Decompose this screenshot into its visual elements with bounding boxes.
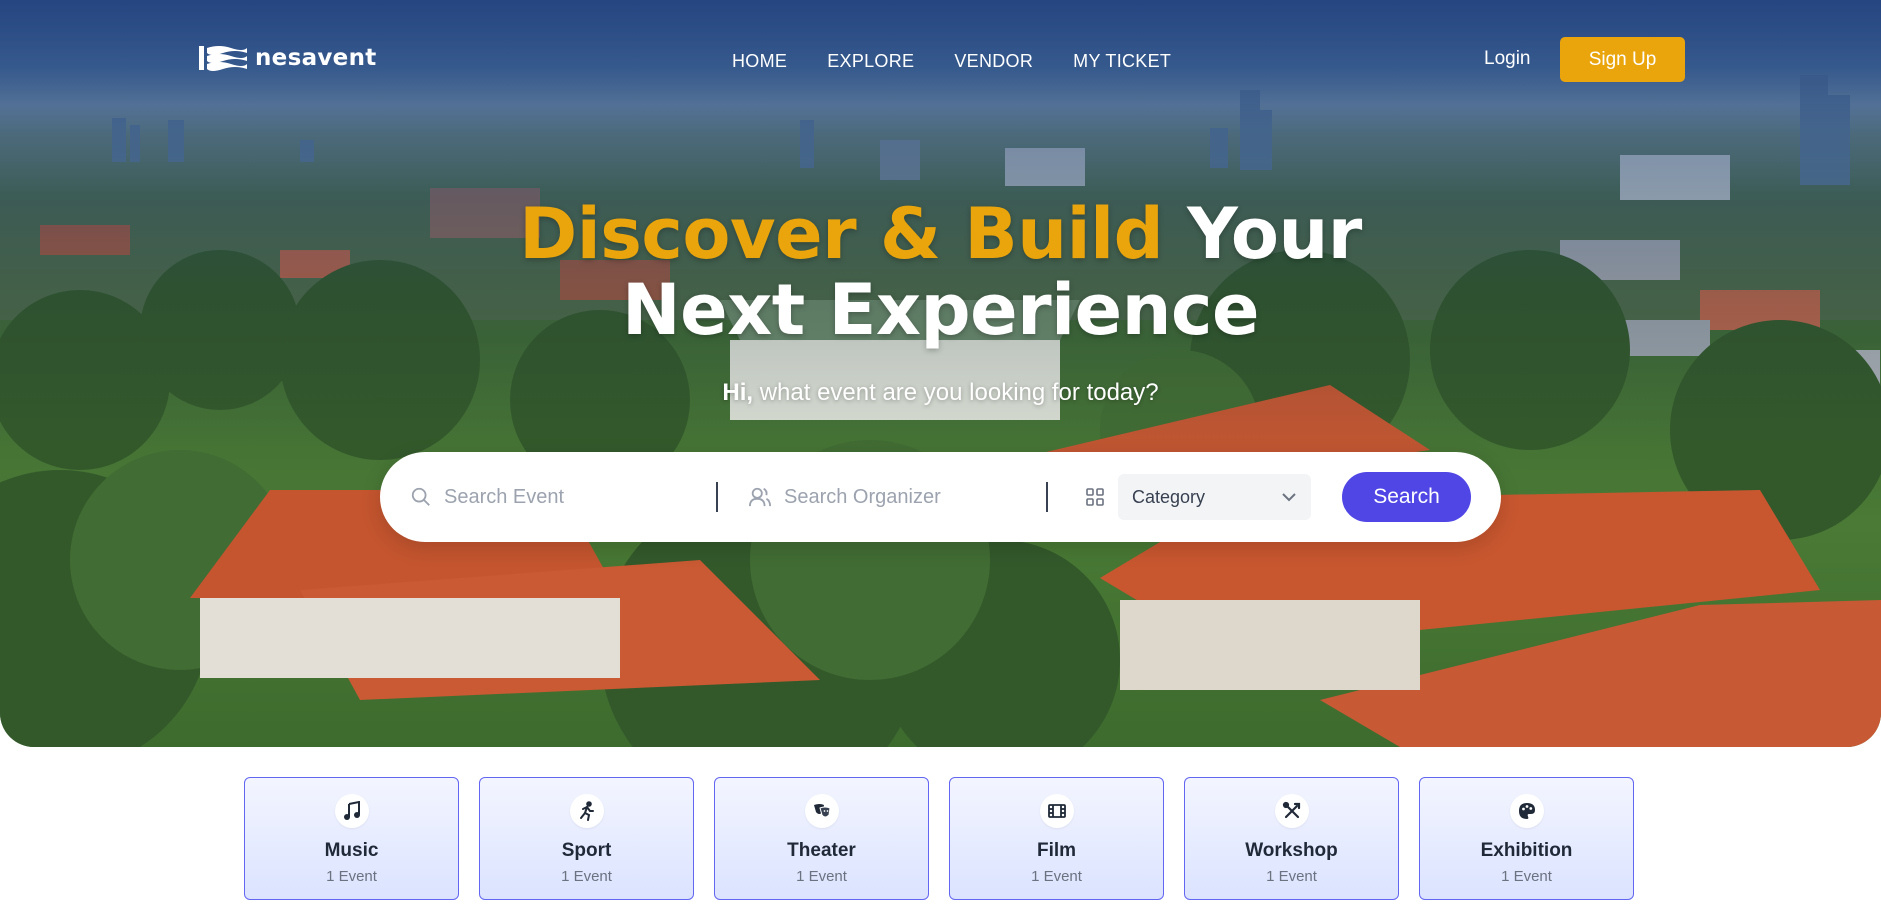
tools-icon <box>1274 794 1309 828</box>
category-select[interactable]: Category <box>1118 474 1311 520</box>
search-icon <box>411 487 430 506</box>
hero-subtitle: Hi, what event are you looking for today… <box>0 379 1881 407</box>
search-bar: Search Event Search Organizer Category S… <box>380 452 1501 542</box>
category-count: 1 Event <box>1266 868 1317 885</box>
login-link[interactable]: Login <box>1484 48 1531 70</box>
category-value: Category <box>1132 486 1206 507</box>
palette-icon <box>1509 794 1544 828</box>
category-card-film[interactable]: Film 1 Event <box>949 777 1164 900</box>
nav-explore[interactable]: EXPLORE <box>827 51 914 72</box>
category-count: 1 Event <box>1501 868 1552 885</box>
category-title: Music <box>324 840 379 861</box>
category-title: Exhibition <box>1480 840 1573 861</box>
category-card-music[interactable]: Music 1 Event <box>244 777 459 900</box>
category-count: 1 Event <box>561 868 612 885</box>
theater-masks-icon <box>804 794 839 828</box>
subtitle-text: what event are you looking for today? <box>759 379 1159 406</box>
nav-home[interactable]: HOME <box>732 51 787 72</box>
search-organizer-field[interactable]: Search Organizer <box>748 452 1028 542</box>
search-divider <box>716 482 718 512</box>
logo[interactable]: nesavent <box>199 44 377 72</box>
category-card-exhibition[interactable]: Exhibition 1 Event <box>1419 777 1634 900</box>
hero-section <box>0 0 1881 747</box>
search-event-field[interactable]: Search Event <box>410 452 690 542</box>
category-list: Music 1 Event Sport 1 Event Theater 1 Ev… <box>244 777 1634 900</box>
headline-accent: Discover & Build <box>519 193 1164 275</box>
running-icon <box>569 794 604 828</box>
nav-my-ticket[interactable]: MY TICKET <box>1073 51 1171 72</box>
signup-button[interactable]: Sign Up <box>1560 37 1685 82</box>
search-divider <box>1046 482 1048 512</box>
headline-line-2: Next Experience <box>622 269 1259 351</box>
search-organizer-placeholder: Search Organizer <box>784 485 941 508</box>
main-nav: HOME EXPLORE VENDOR MY TICKET <box>732 51 1171 72</box>
category-card-workshop[interactable]: Workshop 1 Event <box>1184 777 1399 900</box>
category-count: 1 Event <box>796 868 847 885</box>
grid-icon <box>1086 488 1104 506</box>
category-title: Workshop <box>1245 840 1338 861</box>
waves-logo-icon <box>199 46 247 71</box>
hero-overlay <box>0 0 1881 747</box>
search-button[interactable]: Search <box>1342 472 1471 522</box>
user-icon <box>749 487 771 507</box>
music-note-icon <box>334 794 369 828</box>
category-title: Sport <box>561 840 612 861</box>
chevron-down-icon <box>1282 493 1296 502</box>
brand-name: nesavent <box>255 45 377 71</box>
category-title: Film <box>1036 840 1077 861</box>
category-card-theater[interactable]: Theater 1 Event <box>714 777 929 900</box>
nav-vendor[interactable]: VENDOR <box>954 51 1033 72</box>
category-count: 1 Event <box>1031 868 1082 885</box>
headline-rest: Your <box>1187 193 1362 275</box>
film-icon <box>1039 794 1074 828</box>
greeting: Hi, <box>722 379 754 406</box>
category-count: 1 Event <box>326 868 377 885</box>
search-event-placeholder: Search Event <box>444 485 565 508</box>
category-card-sport[interactable]: Sport 1 Event <box>479 777 694 900</box>
category-title: Theater <box>787 840 856 861</box>
hero-headline: Discover & Build Your Next Experience <box>0 196 1881 348</box>
